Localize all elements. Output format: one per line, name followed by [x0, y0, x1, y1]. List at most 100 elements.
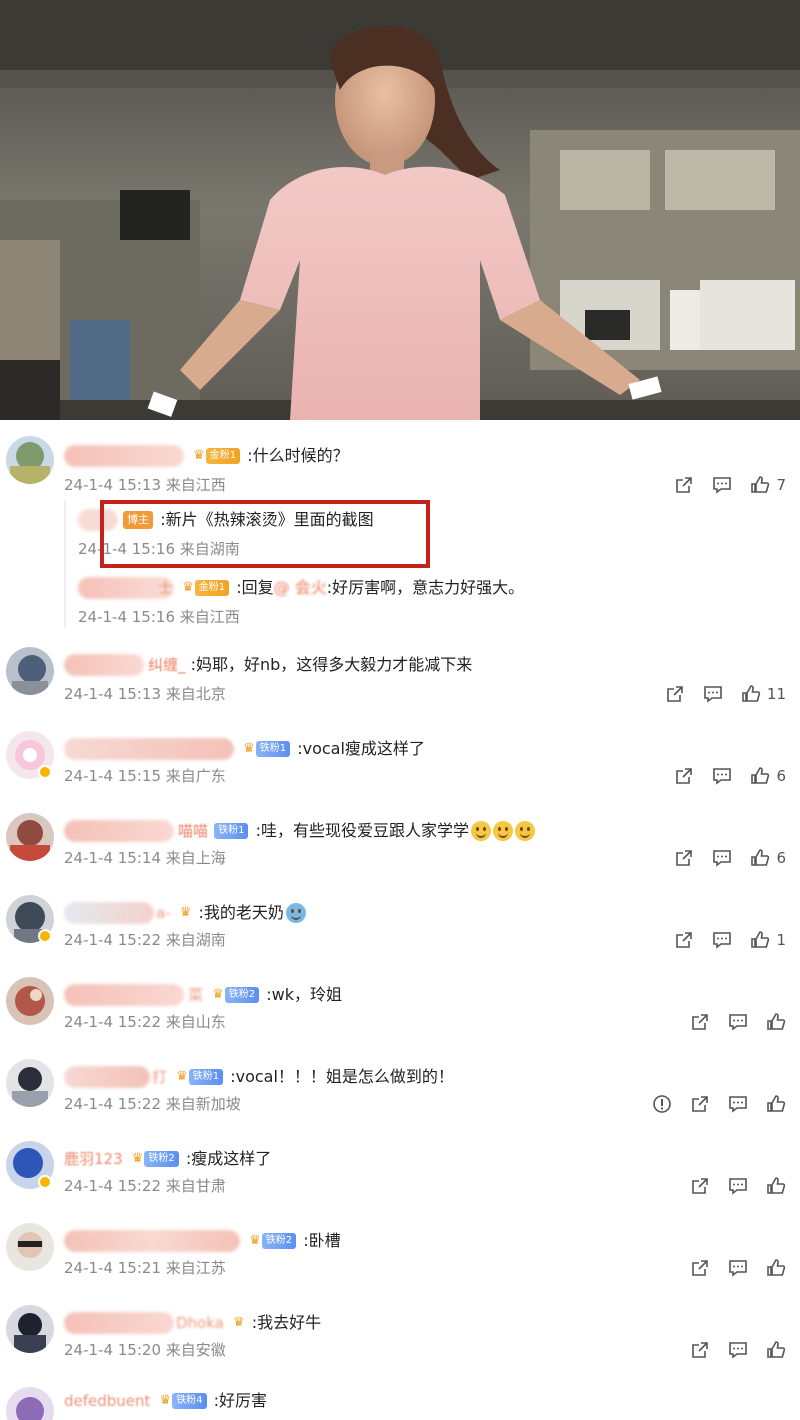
username-redacted[interactable] — [64, 901, 154, 924]
username-fragment: 喵喵 — [178, 821, 209, 840]
share-button[interactable] — [690, 1176, 710, 1196]
avatar[interactable] — [6, 1305, 54, 1353]
like-button[interactable] — [766, 1340, 786, 1360]
like-button[interactable]: 7 — [750, 475, 786, 495]
comment-text: :哇，有些现役爱豆跟人家学学 — [255, 820, 469, 840]
comment-item: 菜 ♛ 铁粉2 :wk，玲姐 24-1-4 15:22 来自山东 — [0, 973, 800, 1055]
comment-time: 24-1-4 15:13 — [64, 685, 161, 703]
thumbs-up-icon — [767, 1259, 786, 1276]
share-icon — [692, 1096, 708, 1112]
share-icon — [676, 850, 693, 866]
reply-thread: 博主 :新片《热辣滚烫》里面的截图 24-1-4 15:16 来自湖南 士 ♛ 金… — [64, 500, 784, 628]
reply-button[interactable] — [712, 930, 732, 950]
comment-time: 24-1-4 15:16 — [78, 608, 175, 626]
username-fragment: a- — [156, 903, 171, 922]
thumbs-up-icon — [767, 1095, 786, 1112]
like-count: 7 — [776, 476, 786, 494]
avatar[interactable] — [6, 647, 54, 695]
username-redacted[interactable] — [64, 737, 234, 760]
share-button[interactable] — [690, 1340, 710, 1360]
comment-icon — [704, 686, 722, 703]
username-redacted[interactable] — [78, 508, 118, 531]
reply-button[interactable] — [728, 1258, 748, 1278]
report-icon — [653, 1095, 671, 1113]
comment-text: :瘦成这样了 — [185, 1148, 272, 1168]
report-button[interactable] — [652, 1094, 672, 1114]
username-fragment: 菜 — [188, 985, 204, 1004]
avatar[interactable] — [6, 436, 54, 484]
username-redacted[interactable] — [64, 653, 144, 676]
comment-location: 来自广东 — [165, 767, 226, 785]
username-redacted[interactable] — [64, 1311, 174, 1334]
reply-button[interactable] — [728, 1340, 748, 1360]
comment-location: 来自北京 — [165, 685, 226, 703]
like-button[interactable]: 6 — [750, 766, 786, 786]
avatar[interactable] — [6, 977, 54, 1025]
crown-icon: ♛ — [232, 1314, 245, 1330]
verified-badge-icon — [38, 765, 52, 779]
share-icon — [676, 768, 693, 784]
avatar[interactable] — [6, 813, 54, 861]
thumbs-up-icon — [751, 767, 770, 784]
crown-icon: ♛ — [131, 1150, 144, 1166]
username-redacted[interactable] — [64, 444, 184, 467]
like-count: 6 — [776, 849, 786, 867]
reply-button[interactable] — [703, 684, 723, 704]
comment-location: 来自新加坡 — [165, 1095, 241, 1113]
comment-location: 来自江苏 — [165, 1259, 226, 1277]
avatar[interactable] — [6, 1387, 54, 1420]
comment-item: defedbuent ♛ 铁粉4 :好厉害 — [0, 1383, 800, 1420]
smile-emoji-icon — [514, 820, 535, 841]
share-button[interactable] — [674, 766, 694, 786]
share-button[interactable] — [690, 1258, 710, 1278]
like-button[interactable]: 11 — [741, 684, 786, 704]
like-button[interactable] — [766, 1258, 786, 1278]
share-button[interactable] — [690, 1094, 710, 1114]
reply-mention-link[interactable]: @ 会火 — [274, 575, 327, 601]
comment-item: ♛ 铁粉1 :vocal瘦成这样了 24-1-4 15:15 来自广东 6 — [0, 727, 800, 809]
share-button[interactable] — [674, 475, 694, 495]
like-button[interactable]: 1 — [750, 930, 786, 950]
username-fragment: 鹿羽123 — [64, 1149, 123, 1168]
comment-location: 来自上海 — [165, 849, 226, 867]
share-icon — [692, 1342, 708, 1358]
reply-button[interactable] — [728, 1012, 748, 1032]
share-button[interactable] — [690, 1012, 710, 1032]
like-button[interactable] — [766, 1094, 786, 1114]
comment-item: 鹿羽123 ♛ 铁粉2 :瘦成这样了 24-1-4 15:22 来自甘肃 — [0, 1137, 800, 1219]
username-redacted[interactable] — [64, 1065, 150, 1088]
username-redacted[interactable] — [64, 983, 184, 1006]
comment-time: 24-1-4 15:22 — [64, 1177, 161, 1195]
like-count: 1 — [776, 931, 786, 949]
avatar[interactable] — [6, 1223, 54, 1271]
comment-time: 24-1-4 15:22 — [64, 1095, 161, 1113]
comment-text: :vocal！！！姐是怎么做到的！ — [230, 1066, 454, 1086]
video-still-image — [0, 0, 800, 420]
reply-button[interactable] — [728, 1094, 748, 1114]
like-button[interactable]: 6 — [750, 848, 786, 868]
comment-text: :好厉害啊，意志力好强大。 — [326, 577, 525, 597]
like-count: 6 — [776, 767, 786, 785]
fan-badge: 铁粉2 — [144, 1150, 179, 1167]
reply-button[interactable] — [712, 848, 732, 868]
username-redacted[interactable] — [64, 819, 174, 842]
reply-button[interactable] — [728, 1176, 748, 1196]
comment-time: 24-1-4 15:14 — [64, 849, 161, 867]
smile-emoji-icon — [470, 820, 491, 841]
comment-text: :新片《热辣滚烫》里面的截图 — [160, 509, 374, 529]
reply-button[interactable] — [712, 475, 732, 495]
comment-time: 24-1-4 15:13 — [64, 476, 161, 494]
post-image[interactable] — [0, 0, 800, 420]
like-button[interactable] — [766, 1012, 786, 1032]
comment-location: 来自湖南 — [179, 540, 240, 558]
share-button[interactable] — [665, 684, 685, 704]
avatar[interactable] — [6, 1059, 54, 1107]
comment-location: 来自甘肃 — [165, 1177, 226, 1195]
crown-icon: ♛ — [193, 447, 205, 463]
reply-button[interactable] — [712, 766, 732, 786]
username-redacted[interactable] — [64, 1229, 240, 1252]
share-button[interactable] — [674, 930, 694, 950]
share-button[interactable] — [674, 848, 694, 868]
comment-icon — [713, 850, 732, 867]
like-button[interactable] — [766, 1176, 786, 1196]
